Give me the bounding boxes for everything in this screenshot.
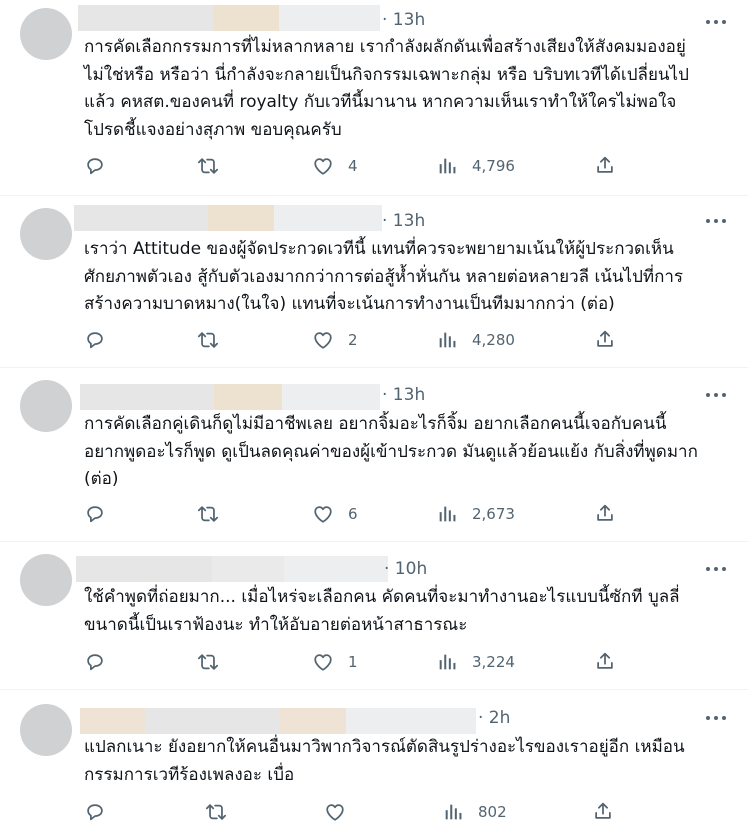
view-count: 2,673	[472, 505, 515, 523]
repost-icon	[196, 155, 220, 177]
repost-button[interactable]	[196, 502, 220, 526]
reply-feed: · 13h การคัดเลือกกรรมการที่ไม่หลากหลาย เ…	[0, 0, 748, 833]
post-timestamp[interactable]: · 13h	[382, 211, 425, 231]
reply-post[interactable]: · 10h ใช้คำพูดที่ถ่อยมาก... เมื่อไหร่จะเ…	[0, 542, 748, 690]
avatar[interactable]	[20, 380, 72, 432]
action-bar: 6 2,673	[84, 502, 624, 526]
view-count: 802	[478, 803, 507, 821]
more-icon[interactable]	[706, 708, 726, 728]
like-count: 6	[348, 505, 358, 523]
share-icon	[594, 330, 616, 354]
action-bar: 4 4,796	[84, 154, 624, 178]
author-name-blurred[interactable]	[78, 5, 380, 31]
post-timestamp[interactable]: · 13h	[382, 10, 425, 30]
like-count: 4	[348, 157, 358, 175]
share-button[interactable]	[592, 800, 614, 826]
repost-button[interactable]	[196, 650, 220, 674]
views-button[interactable]: 4,280	[436, 328, 515, 352]
like-button[interactable]: 4	[312, 154, 358, 178]
share-button[interactable]	[594, 650, 616, 676]
post-text: เราว่า Attitude ของผู้จัดประกวดเวทีนี้ แ…	[84, 239, 684, 314]
repost-icon	[196, 651, 220, 673]
more-icon[interactable]	[706, 559, 726, 579]
avatar[interactable]	[20, 704, 72, 756]
repost-icon	[196, 329, 220, 351]
repost-icon	[204, 801, 228, 823]
avatar[interactable]	[20, 554, 72, 606]
reply-post[interactable]: · 13h การคัดเลือกกรรมการที่ไม่หลากหลาย เ…	[0, 0, 748, 196]
repost-button[interactable]	[196, 328, 220, 352]
share-icon	[594, 156, 616, 180]
post-text: การคัดเลือกกรรมการที่ไม่หลากหลาย เรากำลั…	[84, 37, 689, 140]
repost-button[interactable]	[204, 800, 228, 824]
share-icon	[594, 652, 616, 676]
avatar[interactable]	[20, 208, 72, 260]
post-text: ใช้คำพูดที่ถ่อยมาก... เมื่อไหร่จะเลือกคน…	[84, 587, 680, 635]
reply-icon	[84, 651, 106, 673]
repost-icon	[196, 503, 220, 525]
post-timestamp[interactable]: · 10h	[384, 559, 427, 579]
views-button[interactable]: 4,796	[436, 154, 515, 178]
reply-post[interactable]: · 2h แปลกเนาะ ยังอยากให้คนอื่นมาวิพากวิจ…	[0, 690, 748, 833]
like-icon	[312, 155, 334, 177]
author-name-blurred[interactable]	[80, 384, 380, 410]
like-count: 1	[348, 653, 358, 671]
action-bar: 1 3,224	[84, 650, 624, 674]
reply-button[interactable]	[84, 154, 106, 178]
view-count: 3,224	[472, 653, 515, 671]
views-button[interactable]: 2,673	[436, 502, 515, 526]
reply-button[interactable]	[84, 328, 106, 352]
views-icon	[436, 155, 458, 177]
reply-icon	[84, 503, 106, 525]
like-icon	[312, 329, 334, 351]
action-bar: 2 4,280	[84, 328, 624, 352]
reply-icon	[84, 801, 106, 823]
share-button[interactable]	[594, 328, 616, 354]
views-icon	[442, 801, 464, 823]
author-name-blurred[interactable]	[80, 708, 476, 734]
like-button[interactable]: 6	[312, 502, 358, 526]
view-count: 4,796	[472, 157, 515, 175]
like-button[interactable]	[324, 800, 360, 824]
avatar[interactable]	[20, 8, 72, 60]
reply-icon	[84, 155, 106, 177]
post-text: การคัดเลือกคู่เดินก็ดูไม่มีอาชีพเลย อยาก…	[84, 414, 698, 489]
more-icon[interactable]	[706, 211, 726, 231]
more-icon[interactable]	[706, 12, 726, 32]
more-icon[interactable]	[706, 385, 726, 405]
share-button[interactable]	[594, 502, 616, 528]
repost-button[interactable]	[196, 154, 220, 178]
reply-button[interactable]	[84, 800, 106, 824]
post-timestamp[interactable]: · 13h	[382, 385, 425, 405]
post-text: แปลกเนาะ ยังอยากให้คนอื่นมาวิพากวิจารณ์ต…	[84, 737, 685, 785]
author-name-blurred[interactable]	[74, 205, 382, 231]
views-icon	[436, 651, 458, 673]
action-bar: 802	[84, 800, 624, 824]
like-icon	[312, 651, 334, 673]
reply-icon	[84, 329, 106, 351]
like-button[interactable]: 1	[312, 650, 358, 674]
reply-post[interactable]: · 13h เราว่า Attitude ของผู้จัดประกวดเวท…	[0, 196, 748, 368]
reply-button[interactable]	[84, 502, 106, 526]
post-timestamp[interactable]: · 2h	[478, 708, 510, 728]
like-button[interactable]: 2	[312, 328, 358, 352]
view-count: 4,280	[472, 331, 515, 349]
share-icon	[594, 504, 616, 528]
share-icon	[592, 802, 614, 826]
reply-post[interactable]: · 13h การคัดเลือกคู่เดินก็ดูไม่มีอาชีพเล…	[0, 368, 748, 542]
views-icon	[436, 329, 458, 351]
views-button[interactable]: 3,224	[436, 650, 515, 674]
like-count: 2	[348, 331, 358, 349]
share-button[interactable]	[594, 154, 616, 180]
like-icon	[324, 801, 346, 823]
views-button[interactable]: 802	[442, 800, 507, 824]
reply-button[interactable]	[84, 650, 106, 674]
author-name-blurred[interactable]	[76, 556, 388, 582]
like-icon	[312, 503, 334, 525]
views-icon	[436, 503, 458, 525]
